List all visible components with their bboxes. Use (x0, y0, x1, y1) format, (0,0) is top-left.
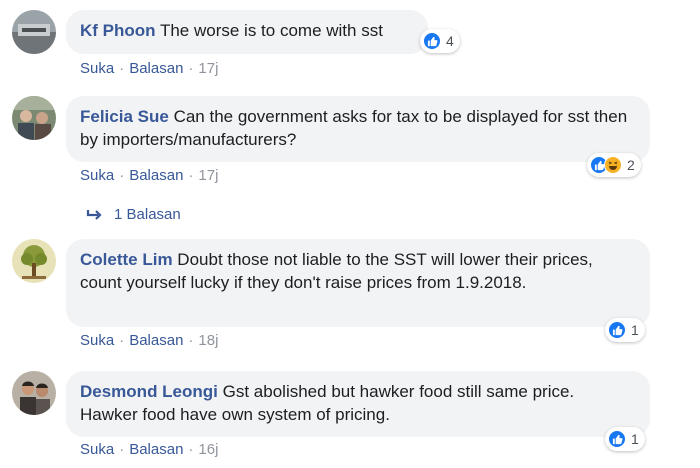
reply-link[interactable]: Balasan (129, 332, 183, 349)
comment-bubble: Desmond Leongi Gst abolished but hawker … (66, 371, 650, 437)
comment-bubble: Felicia Sue Can the government asks for … (66, 96, 650, 162)
comment-author[interactable]: Desmond Leongi (80, 382, 218, 401)
reaction-count: 1 (631, 431, 639, 447)
comment-author[interactable]: Felicia Sue (80, 107, 169, 126)
comment-actions: Suka · Balasan · 17j (80, 167, 218, 184)
timestamp[interactable]: 16j (198, 441, 218, 458)
separator: · (119, 441, 125, 458)
avatar[interactable] (12, 96, 56, 140)
separator: · (119, 332, 125, 349)
separator: · (188, 60, 194, 77)
like-icon (608, 321, 626, 339)
comment-author[interactable]: Colette Lim (80, 250, 173, 269)
comment-text: The worse is to come with sst (159, 21, 383, 40)
like-link[interactable]: Suka (80, 441, 114, 458)
separator: · (119, 167, 125, 184)
comment-bubble: Colette Lim Doubt those not liable to th… (66, 239, 650, 327)
separator: · (188, 167, 194, 184)
reply-link[interactable]: Balasan (129, 167, 183, 184)
replies-count-label[interactable]: 1 Balasan (114, 206, 181, 223)
reply-link[interactable]: Balasan (129, 441, 183, 458)
reaction-count: 1 (631, 322, 639, 338)
view-replies-link[interactable]: 1 Balasan (86, 206, 181, 223)
avatar[interactable] (12, 10, 56, 54)
separator: · (119, 60, 125, 77)
comment-bubble: Kf Phoon The worse is to come with sst (66, 10, 428, 54)
comment-actions: Suka · Balasan · 17j (80, 60, 218, 77)
reaction-count: 2 (627, 157, 635, 173)
comment-actions: Suka · Balasan · 18j (80, 332, 218, 349)
avatar[interactable] (12, 371, 56, 415)
timestamp[interactable]: 18j (198, 332, 218, 349)
timestamp[interactable]: 17j (198, 167, 218, 184)
reaction-summary[interactable]: 1 (605, 318, 645, 342)
reaction-summary[interactable]: 4 (420, 29, 460, 53)
haha-icon (604, 156, 622, 174)
reply-link[interactable]: Balasan (129, 60, 183, 77)
like-link[interactable]: Suka (80, 332, 114, 349)
reaction-summary[interactable]: 1 (605, 427, 645, 451)
timestamp[interactable]: 17j (198, 60, 218, 77)
comment-author[interactable]: Kf Phoon (80, 21, 156, 40)
like-icon (423, 32, 441, 50)
like-icon (608, 430, 626, 448)
like-link[interactable]: Suka (80, 167, 114, 184)
comment-actions: Suka · Balasan · 16j (80, 441, 218, 458)
separator: · (188, 441, 194, 458)
reaction-count: 4 (446, 33, 454, 49)
avatar[interactable] (12, 239, 56, 283)
separator: · (188, 332, 194, 349)
reply-arrow-icon (86, 209, 102, 220)
like-link[interactable]: Suka (80, 60, 114, 77)
reaction-summary[interactable]: 2 (587, 153, 641, 177)
